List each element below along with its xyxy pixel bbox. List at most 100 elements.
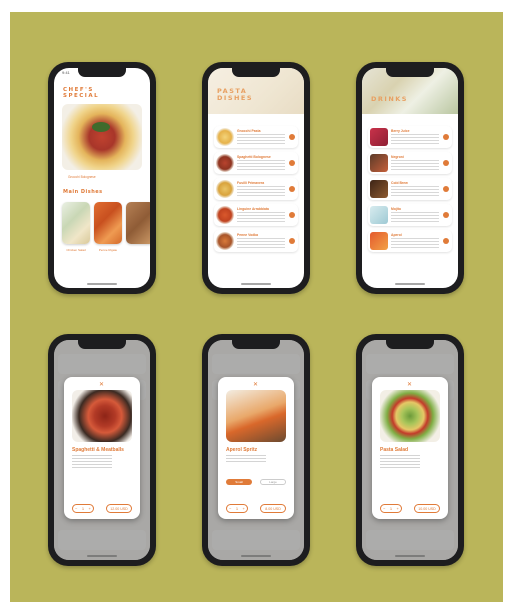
home-indicator xyxy=(241,283,271,285)
item-description xyxy=(237,134,285,144)
quantity-stepper[interactable]: −1 + xyxy=(380,504,402,513)
list-item[interactable]: Linguine Arrabbiata xyxy=(214,204,298,226)
salad-description xyxy=(380,455,420,469)
drink-thumbnail xyxy=(370,154,388,172)
notch xyxy=(78,68,126,77)
drinks-title: DRINKS xyxy=(371,95,408,103)
item-description xyxy=(237,160,285,170)
drink-detail-screen: ✕ Aperol Spritz Small Large −1 + 8.00 USD xyxy=(208,340,304,560)
list-item[interactable]: Fusilli Primavera xyxy=(214,178,298,200)
dish-thumbnail xyxy=(216,154,234,172)
phone-dish-detail: ✕ Spaghetti & Meatballs −1 + 12.00 USD xyxy=(48,334,156,566)
pasta-dishes-title: PASTA DISHES xyxy=(217,87,254,102)
dish-photo xyxy=(72,390,132,442)
list-item[interactable]: Gnocchi Pasta xyxy=(214,126,298,148)
phone-drink-detail: ✕ Aperol Spritz Small Large −1 + 8.00 USD xyxy=(202,334,310,566)
hero-caption: Gnocchi Bolognese xyxy=(68,175,96,179)
add-button[interactable] xyxy=(289,134,295,140)
notch xyxy=(232,68,280,77)
dish-modal: ✕ Spaghetti & Meatballs −1 + 12.00 USD xyxy=(64,377,140,519)
drink-description xyxy=(226,455,266,464)
list-item[interactable]: Cold Brew xyxy=(368,178,452,200)
chefs-special-title: CHEF'S SPECIAL xyxy=(63,87,100,99)
salad-title: Pasta Salad xyxy=(380,447,409,453)
size-option-small[interactable]: Small xyxy=(226,479,252,485)
list-item[interactable]: Spaghetti Bolognese xyxy=(214,152,298,174)
add-button[interactable] xyxy=(443,134,449,140)
home-indicator xyxy=(87,555,117,557)
item-name: Mojito xyxy=(391,207,401,211)
add-button[interactable] xyxy=(443,238,449,244)
dish-card-partial[interactable] xyxy=(126,202,150,244)
drink-modal: ✕ Aperol Spritz Small Large −1 + 8.00 USD xyxy=(218,377,294,519)
close-icon[interactable]: ✕ xyxy=(253,381,258,388)
dish-thumbnail xyxy=(216,206,234,224)
dish-description xyxy=(72,455,112,469)
add-button[interactable] xyxy=(443,212,449,218)
phone-salad-detail: ✕ Pasta Salad −1 + 10.00 USD xyxy=(356,334,464,566)
quantity-stepper[interactable]: −1 + xyxy=(226,504,248,513)
home-indicator xyxy=(395,555,425,557)
pasta-screen: PASTA DISHES Gnocchi Pasta Spaghetti Bol… xyxy=(208,68,304,288)
hero-dish-image[interactable] xyxy=(62,104,142,170)
close-icon[interactable]: ✕ xyxy=(99,381,104,388)
item-description xyxy=(391,134,439,144)
home-indicator xyxy=(87,283,117,285)
list-item[interactable]: Aperol xyxy=(368,230,452,252)
item-description xyxy=(237,186,285,196)
drink-photo xyxy=(226,390,286,442)
add-button[interactable] xyxy=(443,186,449,192)
list-item[interactable]: Negroni xyxy=(368,152,452,174)
phone-pasta-list: PASTA DISHES Gnocchi Pasta Spaghetti Bol… xyxy=(202,62,310,294)
item-name: Berry Juice xyxy=(391,129,410,133)
item-name: Fusilli Primavera xyxy=(237,181,265,185)
add-button[interactable] xyxy=(443,160,449,166)
drink-title: Aperol Spritz xyxy=(226,447,258,453)
main-dishes-heading: Main Dishes xyxy=(63,189,103,195)
add-button[interactable] xyxy=(289,160,295,166)
dish-card-salad[interactable] xyxy=(62,202,90,244)
detail-screen: ✕ Spaghetti & Meatballs −1 + 12.00 USD xyxy=(54,340,150,560)
list-item[interactable]: Penne Vodka xyxy=(214,230,298,252)
notch xyxy=(232,340,280,349)
item-description xyxy=(391,238,439,248)
phone-drinks-list: DRINKS Berry Juice Negroni Cold Brew Moj… xyxy=(356,62,464,294)
home-indicator xyxy=(395,283,425,285)
drink-thumbnail xyxy=(370,180,388,198)
size-option-large[interactable]: Large xyxy=(260,479,286,485)
close-icon[interactable]: ✕ xyxy=(407,381,412,388)
list-item[interactable]: Berry Juice xyxy=(368,126,452,148)
card-label-salad: Chicken Salad xyxy=(66,248,86,252)
item-name: Cold Brew xyxy=(391,181,408,185)
list-item[interactable]: Mojito xyxy=(368,204,452,226)
phone-home: 9:41 CHEF'S SPECIAL Gnocchi Bolognese Ma… xyxy=(48,62,156,294)
home-indicator xyxy=(241,555,271,557)
basil-garnish xyxy=(92,122,110,132)
dish-thumbnail xyxy=(216,128,234,146)
quantity-stepper[interactable]: −1 + xyxy=(72,504,94,513)
item-name: Aperol xyxy=(391,233,402,237)
dish-thumbnail xyxy=(216,232,234,250)
add-button[interactable] xyxy=(289,186,295,192)
dish-title: Spaghetti & Meatballs xyxy=(72,447,124,453)
item-description xyxy=(237,238,285,248)
add-button[interactable] xyxy=(289,212,295,218)
card-label-penne: Penne Rigate xyxy=(98,248,118,252)
item-name: Penne Vodka xyxy=(237,233,259,237)
dish-card-penne[interactable] xyxy=(94,202,122,244)
item-description xyxy=(237,212,285,222)
item-name: Gnocchi Pasta xyxy=(237,129,261,133)
notch xyxy=(386,68,434,77)
add-to-cart-button[interactable]: 8.00 USD xyxy=(260,504,286,513)
add-to-cart-button[interactable]: 10.00 USD xyxy=(414,504,440,513)
add-to-cart-button[interactable]: 12.00 USD xyxy=(106,504,132,513)
item-description xyxy=(391,212,439,222)
item-name: Spaghetti Bolognese xyxy=(237,155,271,159)
salad-photo xyxy=(380,390,440,442)
status-time: 9:41 xyxy=(62,70,70,75)
dish-thumbnail xyxy=(216,180,234,198)
add-button[interactable] xyxy=(289,238,295,244)
item-description xyxy=(391,186,439,196)
presentation-board: 9:41 CHEF'S SPECIAL Gnocchi Bolognese Ma… xyxy=(10,12,503,602)
item-name: Negroni xyxy=(391,155,404,159)
